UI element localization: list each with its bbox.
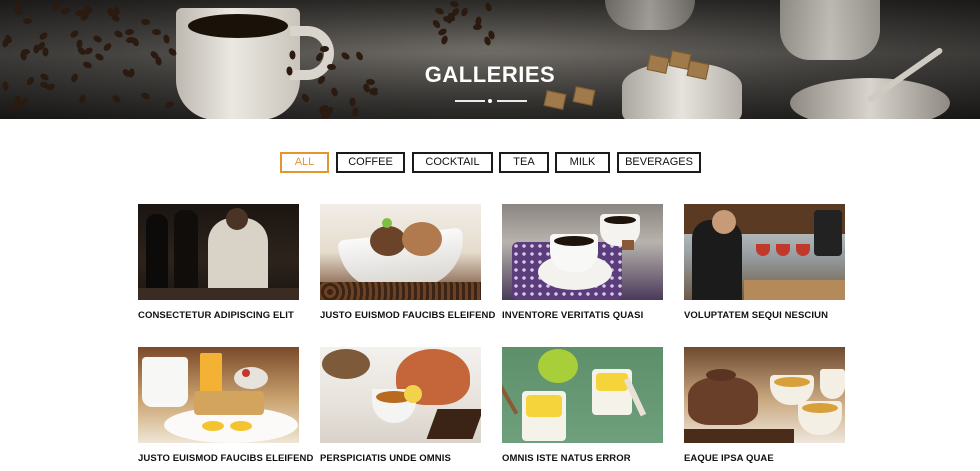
coffee-cups-image[interactable] xyxy=(502,204,663,300)
page-title: GALLERIES xyxy=(424,62,556,87)
ice-cream-image[interactable] xyxy=(320,204,481,300)
gallery-filter-bar: ALL COFFEE COCKTAIL TEA MILK BEVERAGES xyxy=(0,152,980,173)
coffee-bean xyxy=(288,50,296,60)
coffee-surface xyxy=(188,14,288,38)
gallery-caption[interactable]: JUSTO EUISMOD FAUCIBS ELEIFEND xyxy=(138,453,313,464)
breakfast-sandwich-image[interactable] xyxy=(138,347,299,443)
coffee-bean xyxy=(319,45,329,53)
teapot-dessert-image[interactable] xyxy=(320,347,481,443)
gallery-item: OMNIS ISTE NATUS ERROR xyxy=(502,347,663,464)
gallery-item: JUSTO EUISMOD FAUCIBS ELEIFEND xyxy=(320,204,495,321)
gallery-item: PERSPICIATIS UNDE OMNIS xyxy=(320,347,481,464)
filter-beverages-button[interactable]: BEVERAGES xyxy=(617,152,701,173)
filter-coffee-button[interactable]: COFFEE xyxy=(336,152,405,173)
filter-all-button[interactable]: ALL xyxy=(280,152,329,173)
gallery-item: INVENTORE VERITATIS QUASI xyxy=(502,204,663,321)
gallery-caption[interactable]: JUSTO EUISMOD FAUCIBS ELEIFEND xyxy=(320,310,495,321)
filter-cocktail-button[interactable]: COCKTAIL xyxy=(412,152,493,173)
title-divider-left xyxy=(455,100,485,102)
clay-teapot-image[interactable] xyxy=(684,347,845,443)
filter-tea-button[interactable]: TEA xyxy=(499,152,549,173)
gallery-caption[interactable]: PERSPICIATIS UNDE OMNIS xyxy=(320,453,481,464)
barista-pour-over-image[interactable] xyxy=(684,204,845,300)
coffee-bean xyxy=(23,18,33,25)
title-divider-dot xyxy=(488,99,492,103)
gallery-caption[interactable]: OMNIS ISTE NATUS ERROR xyxy=(502,453,663,464)
lemon-drinks-image[interactable] xyxy=(502,347,663,443)
filter-milk-button[interactable]: MILK xyxy=(555,152,610,173)
gallery-caption[interactable]: INVENTORE VERITATIS QUASI xyxy=(502,310,663,321)
gallery-item: VOLUPTATEM SEQUI NESCIUN xyxy=(684,204,845,321)
hero-banner: GALLERIES xyxy=(0,0,980,119)
barista-event-image[interactable] xyxy=(138,204,299,300)
gallery-caption[interactable]: VOLUPTATEM SEQUI NESCIUN xyxy=(684,310,845,321)
gallery-item: CONSECTETUR ADIPISCING ELIT xyxy=(138,204,299,321)
gallery-item: EAQUE IPSA QUAE xyxy=(684,347,845,464)
gallery-caption[interactable]: EAQUE IPSA QUAE xyxy=(684,453,845,464)
coffee-bean xyxy=(349,97,356,107)
cup-shape-right xyxy=(780,0,880,60)
gallery-item: JUSTO EUISMOD FAUCIBS ELEIFEND xyxy=(138,347,313,464)
title-divider-right xyxy=(497,100,527,102)
gallery-caption[interactable]: CONSECTETUR ADIPISCING ELIT xyxy=(138,310,299,321)
